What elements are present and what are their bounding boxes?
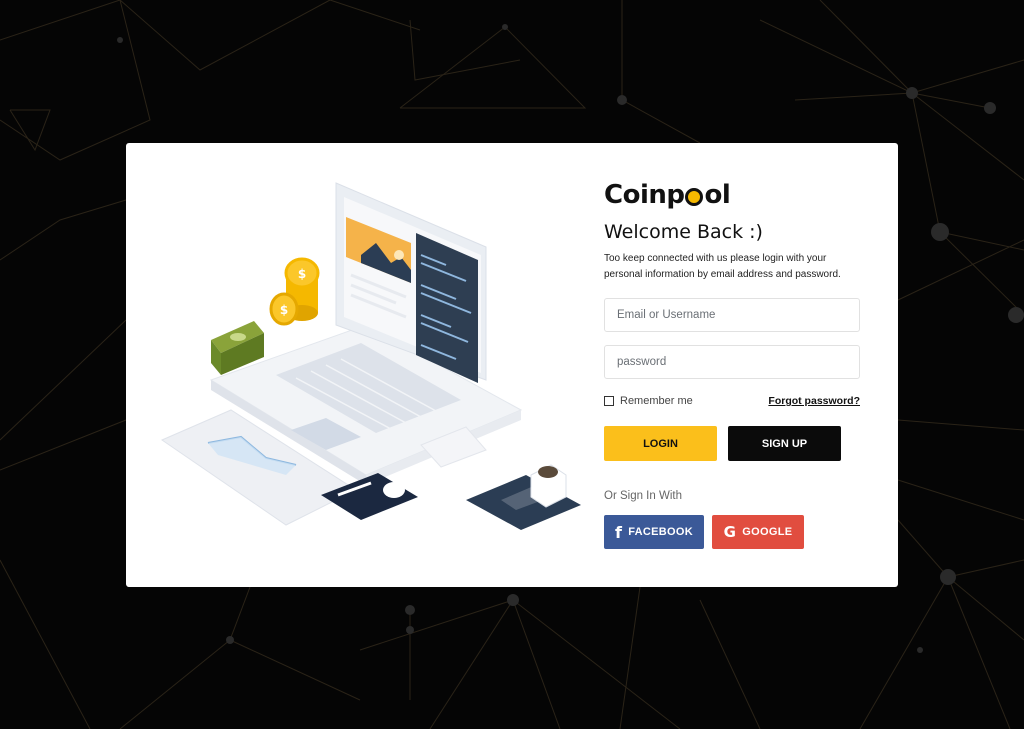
remember-row: Remember me Forgot password?	[604, 395, 860, 407]
login-form: Coinp ol Welcome Back :) Too keep connect…	[604, 179, 864, 549]
remember-label: Remember me	[620, 395, 693, 407]
email-field[interactable]	[604, 298, 860, 332]
remember-checkbox[interactable]	[604, 396, 614, 406]
signup-button[interactable]: SIGN UP	[728, 426, 841, 461]
svg-text:$: $	[280, 303, 288, 317]
logo-text-part1: Coinp	[604, 180, 685, 210]
facebook-label: FACEBOOK	[628, 526, 693, 538]
facebook-button[interactable]: f FACEBOOK	[604, 515, 704, 549]
forgot-password-link[interactable]: Forgot password?	[768, 395, 860, 407]
social-signin-label: Or Sign In With	[604, 490, 682, 502]
facebook-icon: f	[614, 522, 623, 542]
social-buttons: f FACEBOOK G GOOGLE	[604, 515, 864, 549]
google-icon: G	[723, 523, 737, 541]
page-title: Welcome Back :)	[604, 221, 763, 243]
coin-stack: $ $	[269, 257, 320, 326]
page-subtitle: Too keep connected with us please login …	[604, 253, 841, 280]
auth-buttons: LOGIN SIGN UP	[604, 426, 864, 461]
logo-text-part2: ol	[704, 180, 731, 210]
laptop-illustration: $ $	[160, 182, 581, 530]
svg-text:$: $	[298, 267, 306, 281]
password-field[interactable]	[604, 345, 860, 379]
login-button[interactable]: LOGIN	[604, 426, 717, 461]
google-label: GOOGLE	[742, 526, 793, 538]
google-button[interactable]: G GOOGLE	[712, 515, 804, 549]
login-card: $ $ Coinp ol Welcome Back :) Too keep con…	[126, 143, 898, 587]
remember-me[interactable]: Remember me	[604, 395, 693, 407]
coin-logo-icon	[685, 188, 704, 206]
coinpool-logo: Coinp ol	[604, 179, 864, 211]
